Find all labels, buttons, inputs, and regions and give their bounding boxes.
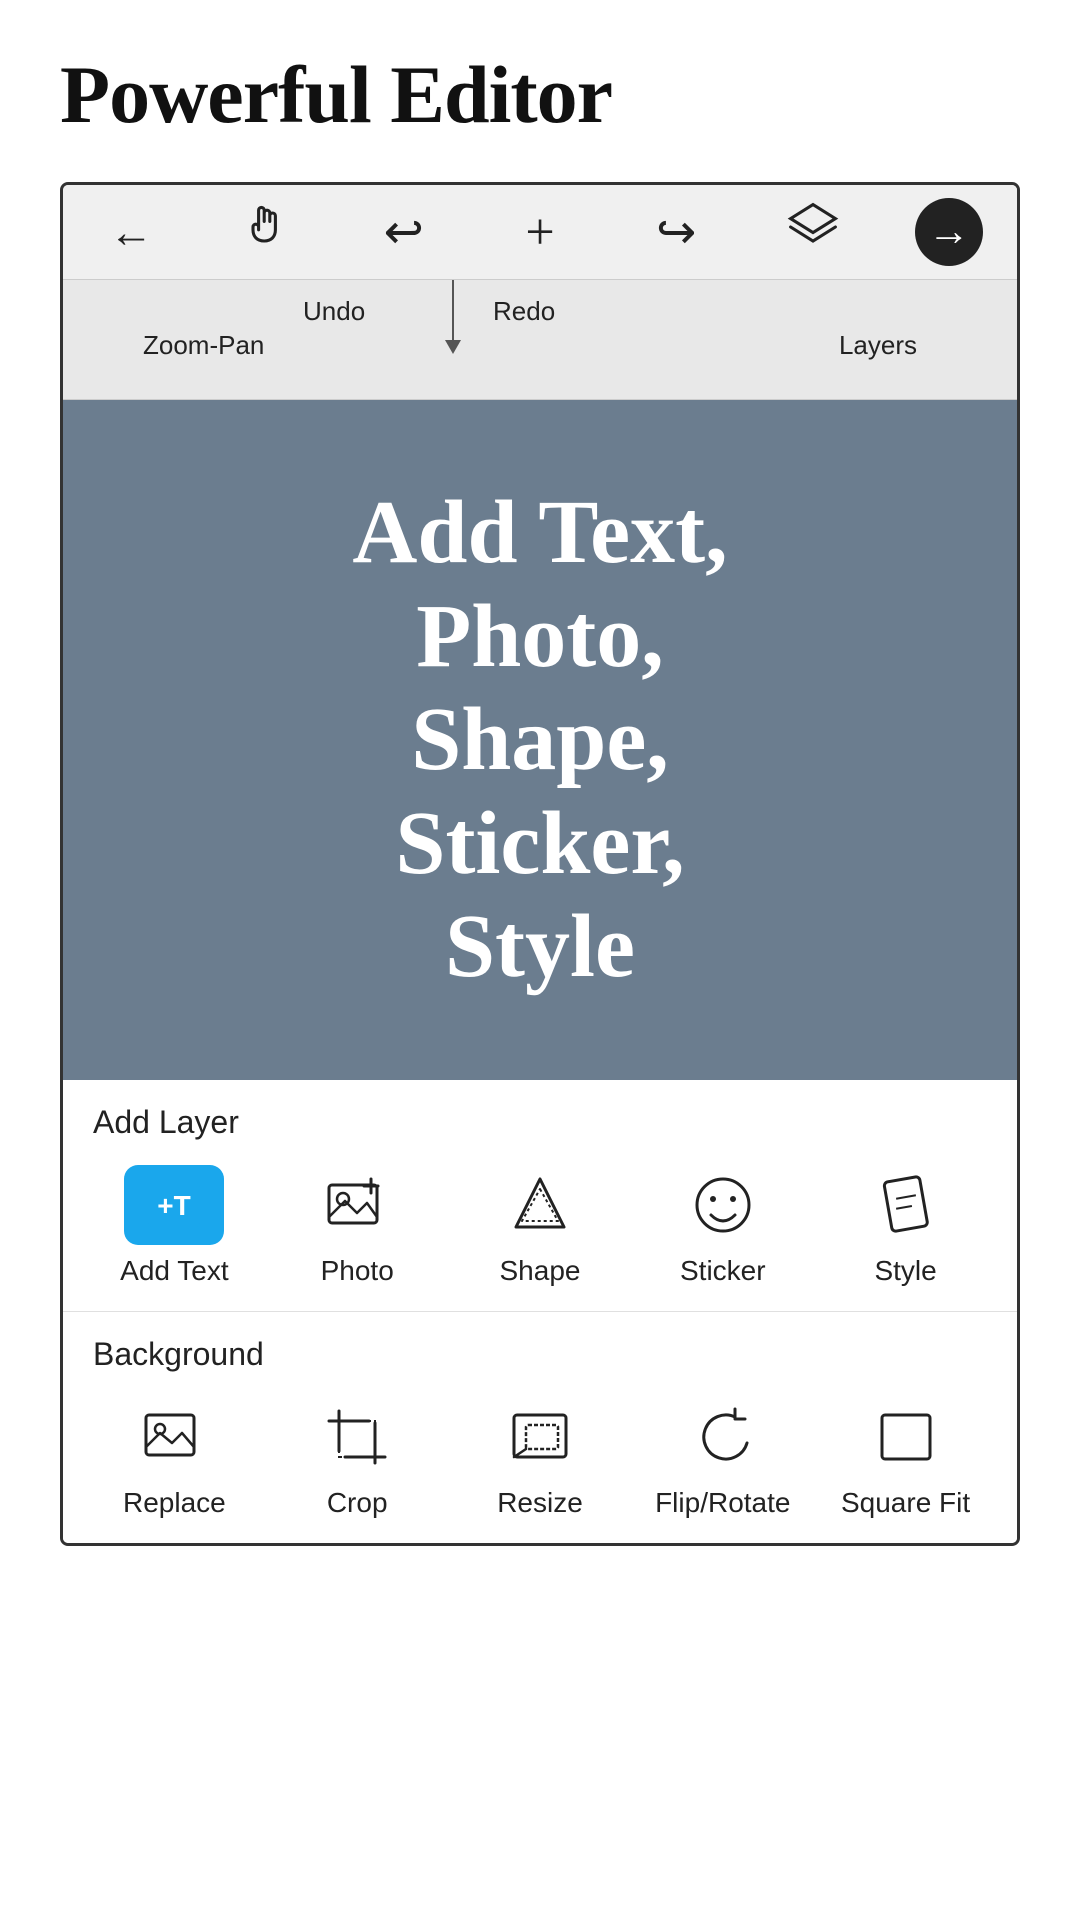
zoom-pan-label: Zoom-Pan: [143, 330, 264, 361]
add-layer-label: Add Layer: [63, 1080, 1017, 1149]
photo-tool[interactable]: Photo: [287, 1165, 427, 1287]
bottom-panels: Add Layer +T Add Text: [63, 1080, 1017, 1543]
sticker-icon-wrap: [683, 1165, 763, 1245]
shape-icon: [508, 1175, 572, 1235]
page-title: Powerful Editor: [0, 0, 1080, 182]
resize-tool[interactable]: Resize: [470, 1397, 610, 1519]
plus-icon: +: [525, 203, 554, 262]
crop-icon: [325, 1407, 389, 1467]
sticker-label: Sticker: [680, 1255, 766, 1287]
resize-icon: [508, 1407, 572, 1467]
style-label: Style: [874, 1255, 936, 1287]
style-tool[interactable]: Style: [836, 1165, 976, 1287]
replace-label: Replace: [123, 1487, 226, 1519]
tooltip-area: Zoom-Pan Undo Redo Layers: [63, 280, 1017, 400]
redo-button[interactable]: ↪: [608, 197, 744, 267]
layers-button[interactable]: [744, 197, 880, 267]
canvas-area: Add Text,Photo,Shape,Sticker,Style: [63, 400, 1017, 1080]
resize-icon-wrap: [500, 1397, 580, 1477]
background-section: Background Replace: [63, 1312, 1017, 1543]
add-text-tool[interactable]: +T Add Text: [104, 1165, 244, 1287]
shape-icon-wrap: [500, 1165, 580, 1245]
sticker-icon: [691, 1175, 755, 1235]
replace-icon: [142, 1407, 206, 1467]
undo-button[interactable]: ↩: [336, 197, 472, 267]
sticker-tool[interactable]: Sticker: [653, 1165, 793, 1287]
background-label: Background: [63, 1312, 1017, 1381]
shape-tool[interactable]: Shape: [470, 1165, 610, 1287]
flip-rotate-icon-wrap: [683, 1397, 763, 1477]
toolbar: ← ↩ + ↪ →: [63, 185, 1017, 280]
svg-text:+T: +T: [158, 1190, 191, 1221]
background-tools-row: Replace Crop: [63, 1381, 1017, 1543]
redo-icon: ↪: [656, 204, 696, 260]
add-text-icon-wrap: +T: [124, 1165, 224, 1245]
square-fit-icon-wrap: [866, 1397, 946, 1477]
back-icon: ←: [109, 207, 153, 258]
add-layer-tools-row: +T Add Text: [63, 1149, 1017, 1312]
style-icon: [874, 1175, 938, 1235]
flip-rotate-tool[interactable]: Flip/Rotate: [653, 1397, 793, 1519]
replace-tool[interactable]: Replace: [104, 1397, 244, 1519]
redo-label: Redo: [493, 296, 555, 327]
add-button[interactable]: +: [472, 197, 608, 267]
undo-icon: ↩: [384, 204, 424, 260]
next-button[interactable]: →: [881, 197, 1017, 267]
next-icon: →: [915, 198, 983, 266]
shape-label: Shape: [500, 1255, 581, 1287]
zoom-pan-button[interactable]: [199, 197, 335, 267]
add-arrow: [445, 280, 461, 354]
crop-tool[interactable]: Crop: [287, 1397, 427, 1519]
photo-icon-wrap: [317, 1165, 397, 1245]
layers-icon: [785, 199, 841, 266]
flip-rotate-icon: [691, 1407, 755, 1467]
undo-label: Undo: [303, 296, 365, 327]
layers-label: Layers: [839, 330, 917, 361]
back-button[interactable]: ←: [63, 197, 199, 267]
add-layer-section: Add Layer +T Add Text: [63, 1080, 1017, 1312]
square-fit-label: Square Fit: [841, 1487, 970, 1519]
resize-label: Resize: [497, 1487, 583, 1519]
flip-rotate-label: Flip/Rotate: [655, 1487, 790, 1519]
crop-label: Crop: [327, 1487, 388, 1519]
crop-icon-wrap: [317, 1397, 397, 1477]
hand-icon: [239, 199, 295, 266]
canvas-main-text: Add Text,Photo,Shape,Sticker,Style: [352, 481, 727, 999]
add-text-icon: +T: [144, 1179, 204, 1231]
replace-icon-wrap: [134, 1397, 214, 1477]
photo-icon: [325, 1175, 389, 1235]
style-icon-wrap: [866, 1165, 946, 1245]
square-fit-tool[interactable]: Square Fit: [836, 1397, 976, 1519]
editor-frame: ← ↩ + ↪ →: [60, 182, 1020, 1546]
add-text-label: Add Text: [120, 1255, 228, 1287]
photo-label: Photo: [321, 1255, 394, 1287]
square-fit-icon: [874, 1407, 938, 1467]
